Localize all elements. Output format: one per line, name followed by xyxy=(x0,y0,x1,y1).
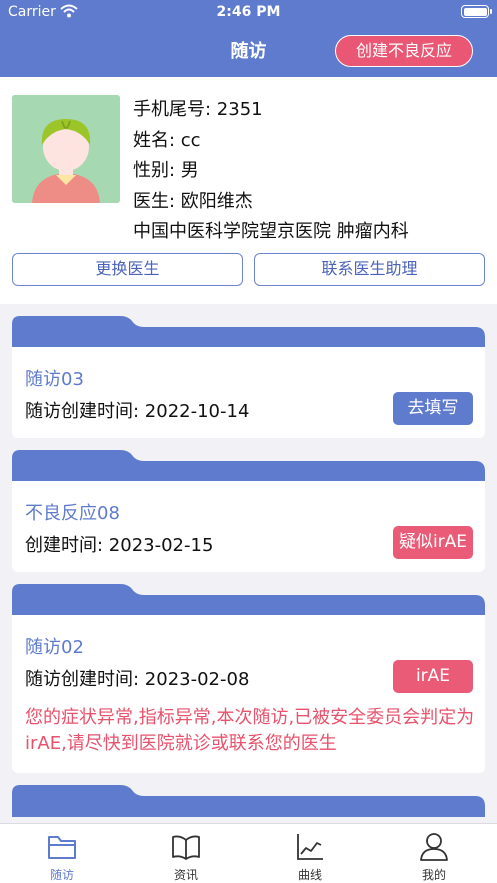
suspected-irae-badge[interactable]: 疑似irAE xyxy=(393,526,473,559)
card-title: 不良反应08 xyxy=(25,503,120,524)
irae-badge[interactable]: irAE xyxy=(393,660,473,693)
person-icon xyxy=(420,833,448,861)
card-header-tab xyxy=(12,450,485,482)
clock: 2:46 PM xyxy=(216,4,281,20)
doctor-name: 医生: 欧阳维杰 xyxy=(133,190,253,212)
create-adverse-reaction-button[interactable]: 创建不良反应 xyxy=(335,35,473,67)
tab-label: 资讯 xyxy=(173,868,198,882)
card-body: 随访03 随访创建时间: 2022-10-14 去填写 xyxy=(12,347,485,438)
card-created-time: 随访创建时间: 2022-10-14 xyxy=(25,401,250,422)
hospital-department: 中国中医科学院望京医院 肿瘤内科 xyxy=(133,221,409,242)
tab-label: 曲线 xyxy=(297,868,322,882)
tab-followup[interactable]: 随访 xyxy=(0,824,124,883)
patient-info: 手机尾号: 2351 姓名: cc 性别: 男 医生: 欧阳维杰 中国中医科学院… xyxy=(133,95,409,248)
card-header-tab xyxy=(12,316,485,348)
tab-news[interactable]: 资讯 xyxy=(124,824,248,883)
card-body: 随访02 随访创建时间: 2023-02-08 irAE 您的症状异常,指标异常… xyxy=(12,615,485,773)
patient-profile: 手机尾号: 2351 姓名: cc 性别: 男 医生: 欧阳维杰 中国中医科学院… xyxy=(0,77,497,304)
card-created-time: 创建时间: 2023-02-15 xyxy=(25,535,214,556)
tab-label: 我的 xyxy=(421,868,446,882)
followup-card[interactable]: 随访03 随访创建时间: 2022-10-14 去填写 xyxy=(12,316,485,438)
fill-in-button[interactable]: 去填写 xyxy=(393,392,473,425)
adverse-reaction-card[interactable]: 不良反应08 创建时间: 2023-02-15 疑似irAE xyxy=(12,450,485,572)
folder-icon xyxy=(48,836,76,859)
tab-mine[interactable]: 我的 xyxy=(372,824,496,883)
book-icon xyxy=(172,835,200,860)
status-bar: Carrier 2:46 PM xyxy=(0,0,497,26)
card-title: 随访02 xyxy=(25,637,84,658)
card-header-tab xyxy=(12,785,485,817)
card-body: 不良反应08 创建时间: 2023-02-15 疑似irAE xyxy=(12,481,485,572)
phone-tail: 手机尾号: 2351 xyxy=(133,99,263,120)
battery-icon xyxy=(461,5,492,18)
card-created-time: 随访创建时间: 2023-02-08 xyxy=(25,669,250,690)
patient-gender: 性别: 男 xyxy=(133,160,199,181)
card-title: 随访03 xyxy=(25,369,84,390)
tab-bar: 随访 资讯 曲线 我的 xyxy=(0,823,497,883)
patient-name: 姓名: cc xyxy=(133,129,201,151)
avatar-illustration-icon xyxy=(12,95,120,203)
top-bar: Carrier 2:46 PM 随访 创建不良反应 xyxy=(0,0,497,77)
contact-assistant-button[interactable]: 联系医生助理 xyxy=(254,253,485,286)
avatar xyxy=(12,95,120,203)
irae-warning-text: 您的症状异常,指标异常,本次随访,已被安全委员会判定为irAE,请尽快到医院就诊… xyxy=(25,707,475,754)
card-header-tab xyxy=(12,584,485,616)
tab-label: 随访 xyxy=(49,868,74,882)
tab-curve[interactable]: 曲线 xyxy=(248,824,372,883)
followup-card-partial[interactable] xyxy=(12,785,485,825)
chart-icon xyxy=(297,834,323,860)
change-doctor-button[interactable]: 更换医生 xyxy=(12,253,243,286)
followup-card[interactable]: 随访02 随访创建时间: 2023-02-08 irAE 您的症状异常,指标异常… xyxy=(12,584,485,773)
